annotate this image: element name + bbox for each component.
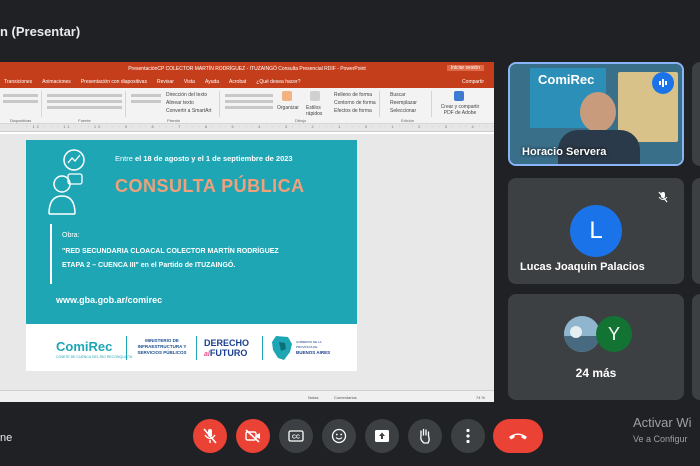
- ppt-tab[interactable]: Animaciones: [42, 79, 71, 85]
- more-participants-label: 24 más: [575, 366, 617, 380]
- ppt-tab[interactable]: Vista: [184, 79, 195, 85]
- find-button[interactable]: Buscar: [390, 92, 406, 98]
- slide-date: Entre el 18 de agosto y el 1 de septiemb…: [115, 154, 293, 163]
- consultation-icon: [48, 149, 85, 215]
- slide-obra-label: Obra:: [62, 232, 80, 239]
- slide-logos: ComiRec COMITÉ DE CUENCA DEL RÍO RECONQU…: [26, 324, 357, 371]
- ppt-window-title: PresentaciónCP COLECTOR MARTÍN RODRÍGUEZ…: [128, 66, 366, 72]
- comirec-logo-sub: COMITÉ DE CUENCA DEL RÍO RECONQUISTA: [56, 355, 133, 359]
- ppt-tab[interactable]: Revisar: [157, 79, 174, 85]
- meeting-name: ne: [0, 432, 13, 444]
- slide-accent-bar: [50, 224, 52, 284]
- captions-button[interactable]: CC: [279, 419, 313, 453]
- partial-tile: [692, 62, 700, 166]
- buenos-aires-logo: GOBIERNO DE LA PROVINCIA DE BUENOS AIRES: [296, 340, 331, 355]
- participant-name: Horacio Servera: [522, 146, 607, 158]
- meeting-controls: ne CC Activar Wi Ve a Configur: [0, 405, 700, 466]
- avatar: L: [570, 205, 622, 257]
- participant-tile-more[interactable]: Y 24 más: [508, 294, 684, 400]
- ribbon-group-editing: Buscar Reemplazar Seleccionar Edición: [384, 91, 432, 123]
- participant-tile-horacio[interactable]: ComiRec Horacio Servera: [508, 62, 684, 166]
- partial-tile: [692, 178, 700, 284]
- quick-styles-icon: [310, 91, 320, 101]
- muted-mic-icon: [654, 188, 672, 206]
- end-call-button[interactable]: [493, 419, 543, 453]
- ribbon-group-slides: Diapositivas: [0, 91, 42, 123]
- replace-button[interactable]: Reemplazar: [390, 100, 417, 106]
- hang-up-icon: [509, 433, 527, 440]
- raise-hand-button[interactable]: [408, 419, 442, 453]
- speaker-head: [580, 92, 616, 132]
- mic-toggle-button[interactable]: [193, 419, 227, 453]
- meeting-top-bar: n (Presentar): [0, 0, 700, 60]
- participant-name: Lucas Joaquin Palacios: [520, 261, 645, 273]
- ppt-share-button[interactable]: Compartir: [462, 79, 484, 85]
- more-options-button[interactable]: [451, 419, 485, 453]
- raise-hand-icon: [420, 428, 430, 444]
- logo-divider: [126, 336, 127, 360]
- derecho-futuro-logo: DERECHO alFUTURO: [204, 338, 250, 358]
- slide-url: www.gba.gob.ar/comirec: [56, 295, 163, 305]
- ppt-ribbon-tabs: Transiciones Animaciones Presentación co…: [0, 76, 494, 88]
- emoji-icon: [331, 428, 347, 444]
- windows-activation-title: Activar Wi: [633, 415, 692, 430]
- logo-divider: [196, 336, 197, 360]
- emoji-reaction-button[interactable]: [322, 419, 356, 453]
- presenting-title: n (Presentar): [0, 24, 81, 39]
- ppt-tell-me[interactable]: ¿Qué desea hacer?: [256, 79, 300, 85]
- ppt-tab[interactable]: Ayuda: [205, 79, 219, 85]
- zoom-level[interactable]: 74 %: [476, 395, 485, 400]
- comments-button[interactable]: Comentarios: [334, 395, 357, 400]
- ribbon-group-paragraph: Dirección del texto Alinear texto Conver…: [128, 91, 220, 123]
- ppt-title-bar: PresentaciónCP COLECTOR MARTÍN RODRÍGUEZ…: [0, 62, 494, 76]
- ribbon-group-adobe: Crear y compartir PDF de Adobe: [436, 91, 482, 117]
- ministerio-logo: MINISTERIO DE INFRAESTRUCTURA Y SERVICIO…: [137, 338, 187, 355]
- logo-divider: [262, 336, 263, 360]
- select-button[interactable]: Seleccionar: [390, 108, 416, 114]
- pdf-icon: [454, 91, 464, 101]
- ppt-signin-button[interactable]: Iniciar sesión: [446, 65, 484, 71]
- ribbon-group-font: Fuente: [44, 91, 126, 123]
- present-now-button[interactable]: [365, 419, 399, 453]
- ppt-tab[interactable]: Presentación con diapositivas: [81, 79, 147, 85]
- participant-tile-lucas[interactable]: L Lucas Joaquin Palacios: [508, 178, 684, 284]
- ppt-tab[interactable]: Transiciones: [4, 79, 32, 85]
- ppt-ruler: · 12 · · · 11 · · · 10 · · · 9 · · · 8 ·…: [0, 124, 494, 132]
- captions-icon: CC: [288, 430, 304, 442]
- notes-button[interactable]: Notas: [308, 395, 318, 400]
- camera-off-icon: [245, 429, 260, 443]
- svg-text:CC: CC: [292, 435, 300, 441]
- slide-heading: CONSULTA PÚBLICA: [115, 176, 305, 196]
- ppt-ribbon: Diapositivas Fuente Dirección del texto …: [0, 88, 494, 124]
- more-vertical-icon: [466, 428, 470, 444]
- buenos-aires-map-icon: [272, 336, 292, 360]
- ppt-tab[interactable]: Acrobat: [229, 79, 246, 85]
- slide: Entre el 18 de agosto y el 1 de septiemb…: [26, 140, 357, 371]
- partial-tile: [692, 294, 700, 400]
- create-pdf-button[interactable]: Crear y compartir PDF de Adobe: [438, 104, 482, 116]
- video-banner-text: ComiRec: [538, 72, 595, 87]
- ppt-status-bar: Notas Comentarios 74 %: [0, 390, 494, 402]
- present-screen-icon: [375, 430, 389, 442]
- microphone-off-icon: [203, 428, 217, 444]
- comirec-logo: ComiRec: [56, 339, 113, 354]
- arrange-icon: [282, 91, 292, 101]
- windows-activation-hint: Ve a Configur: [633, 434, 688, 444]
- shared-screen: PresentaciónCP COLECTOR MARTÍN RODRÍGUEZ…: [0, 62, 494, 402]
- slide-obra-text: "RED SECUNDARIA CLOACAL COLECTOR MARTÍN …: [62, 248, 279, 269]
- ribbon-group-drawing: Organizar Estilos rápidos Relleno de for…: [222, 91, 380, 123]
- avatar-photo: [564, 316, 600, 352]
- avatar: Y: [596, 316, 632, 352]
- speaking-indicator-icon: [652, 72, 674, 94]
- camera-toggle-button[interactable]: [236, 419, 270, 453]
- ppt-slide-canvas: Entre el 18 de agosto y el 1 de septiemb…: [0, 134, 494, 390]
